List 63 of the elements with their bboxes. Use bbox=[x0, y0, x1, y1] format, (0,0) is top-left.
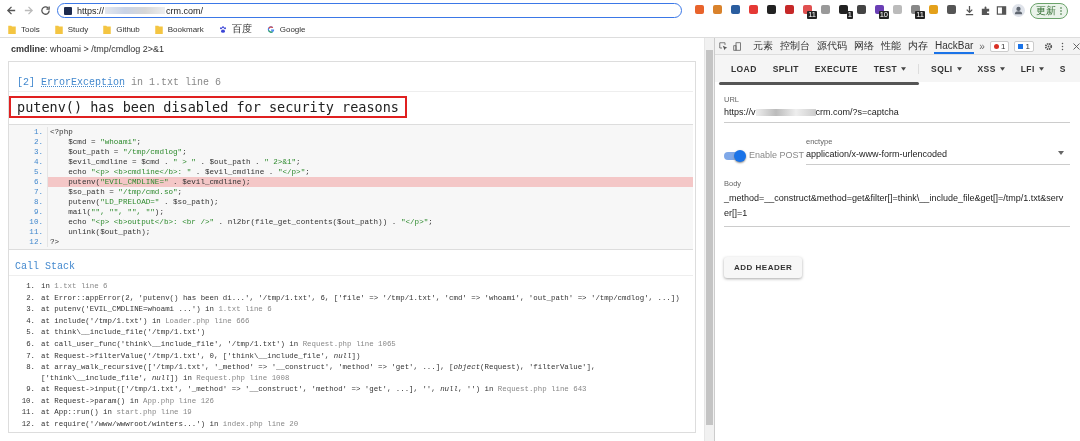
hackbar-button[interactable]: LOAD bbox=[723, 63, 765, 74]
back-icon[interactable] bbox=[6, 5, 17, 16]
error-count[interactable]: 1 bbox=[989, 40, 1010, 52]
extension-icon[interactable] bbox=[857, 4, 866, 14]
extension-icon[interactable] bbox=[947, 4, 956, 14]
reload-icon[interactable] bbox=[40, 5, 51, 16]
bookmark[interactable]: Tools bbox=[8, 24, 40, 34]
bookmark[interactable]: Google bbox=[266, 24, 306, 34]
error-message: putenv() has been disabled for security reasons bbox=[9, 96, 407, 118]
avatar-icon[interactable] bbox=[1012, 4, 1025, 17]
redaction-mark bbox=[105, 7, 165, 14]
bookmark[interactable]: Bookmark bbox=[154, 24, 204, 34]
add-header-button[interactable]: ADD HEADER bbox=[724, 257, 803, 278]
bookmark[interactable]: 百度 bbox=[218, 22, 252, 36]
hackbar-button[interactable]: XSS bbox=[969, 63, 1013, 74]
scrollbar[interactable] bbox=[719, 82, 919, 85]
devtools-tab[interactable]: 网络 bbox=[853, 38, 875, 54]
hackbar-button[interactable]: SQLI bbox=[923, 63, 970, 74]
extension-icon[interactable] bbox=[803, 4, 812, 14]
hackbar-button[interactable]: EXECUTE bbox=[806, 63, 866, 74]
side-panel-icon[interactable] bbox=[996, 5, 1007, 16]
device-icon[interactable] bbox=[733, 41, 742, 51]
folder-icon bbox=[8, 24, 16, 34]
devtools-tab[interactable]: 内存 bbox=[907, 38, 929, 54]
devtools-tab[interactable]: 元素 bbox=[752, 38, 774, 54]
redaction-mark bbox=[755, 108, 816, 116]
exception-link[interactable]: ErrorException bbox=[41, 77, 126, 88]
cmdline-output: cmdline: whoami > /tmp/cmdlog 2>&1 bbox=[11, 44, 166, 54]
call-stack-title: Call Stack bbox=[9, 250, 693, 276]
site-icon bbox=[64, 6, 72, 15]
extension-icon[interactable] bbox=[875, 4, 884, 14]
hackbar-button[interactable]: LFI bbox=[1012, 63, 1052, 74]
message-count[interactable]: 1 bbox=[1014, 40, 1034, 52]
error-location: in 1.txt line 6 bbox=[131, 77, 222, 88]
close-icon[interactable] bbox=[1071, 41, 1080, 51]
folder-icon bbox=[154, 24, 163, 34]
settings-icon[interactable] bbox=[1043, 41, 1053, 51]
folder-icon bbox=[54, 24, 63, 34]
caret-icon bbox=[1058, 151, 1064, 155]
hackbar-button[interactable]: SPLIT bbox=[764, 63, 807, 74]
more-tabs[interactable]: » bbox=[979, 40, 985, 52]
extension-icon[interactable] bbox=[911, 4, 920, 14]
scrollbar[interactable] bbox=[704, 38, 714, 441]
paw-icon bbox=[218, 24, 227, 34]
extension-icon[interactable] bbox=[767, 4, 776, 14]
bookmark[interactable]: Github bbox=[103, 24, 140, 34]
download-icon[interactable] bbox=[964, 5, 975, 16]
puzzle-icon[interactable] bbox=[980, 5, 991, 16]
hackbar-button[interactable]: S bbox=[1051, 63, 1074, 74]
extension-icon[interactable] bbox=[731, 4, 740, 14]
extension-icon[interactable] bbox=[839, 4, 848, 14]
enable-post-switch[interactable] bbox=[724, 152, 745, 160]
google-icon bbox=[266, 24, 275, 34]
devtools-tab[interactable]: 源代码 bbox=[816, 38, 848, 54]
inspect-icon[interactable] bbox=[719, 41, 728, 51]
hackbar-button[interactable]: TEST bbox=[865, 63, 915, 74]
folder-icon bbox=[103, 24, 112, 34]
bookmark[interactable]: Study bbox=[54, 24, 89, 34]
switch-label: Enable POST bbox=[749, 150, 805, 160]
devtools-tab[interactable]: 控制台 bbox=[779, 38, 811, 54]
error-code: [2] bbox=[17, 77, 35, 88]
update-button[interactable]: 更新 bbox=[1030, 2, 1068, 19]
devtools-tab[interactable]: 性能 bbox=[880, 38, 902, 54]
